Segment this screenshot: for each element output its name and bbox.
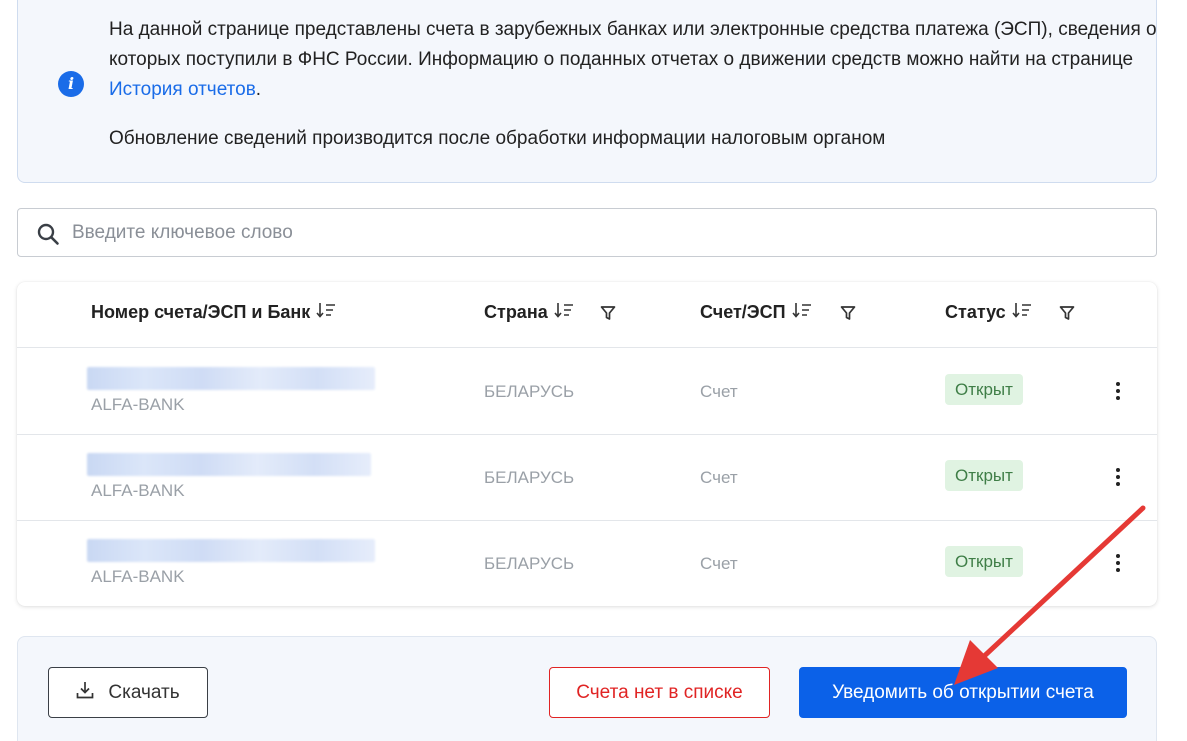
footer-actions: Скачать Счета нет в списке Уведомить об …: [17, 636, 1157, 741]
search-icon: [36, 222, 60, 251]
status-badge: Открыт: [945, 546, 1023, 577]
account-not-in-list-button[interactable]: Счета нет в списке: [549, 667, 770, 718]
type-cell: Счет: [700, 468, 738, 487]
filter-icon[interactable]: [840, 305, 856, 326]
type-cell: Счет: [700, 382, 738, 401]
more-actions-icon[interactable]: [1107, 378, 1129, 404]
bank-name: ALFA-BANK: [91, 395, 185, 414]
search-input[interactable]: [72, 209, 1142, 256]
info-line1: На данной странице представлены счета в …: [109, 19, 1157, 70]
table-header: Номер счета/ЭСП и Банк Страна Счет/ЭСП С…: [17, 282, 1157, 348]
sort-icon[interactable]: [791, 302, 812, 323]
info-icon: i: [58, 71, 84, 97]
info-banner: i На данной странице представлены счета …: [17, 0, 1157, 183]
sort-icon[interactable]: [1012, 302, 1032, 323]
info-line2: Обновление сведений производится после о…: [109, 128, 886, 149]
more-actions-icon[interactable]: [1107, 464, 1129, 490]
bank-name: ALFA-BANK: [91, 567, 185, 586]
header-country[interactable]: Страна: [484, 302, 574, 323]
status-badge: Открыт: [945, 374, 1023, 405]
history-link[interactable]: История отчетов: [109, 79, 256, 100]
accounts-table: Номер счета/ЭСП и Банк Страна Счет/ЭСП С…: [17, 282, 1157, 606]
notify-account-opening-button[interactable]: Уведомить об открытии счета: [799, 667, 1127, 718]
header-type[interactable]: Счет/ЭСП: [700, 302, 812, 323]
download-button[interactable]: Скачать: [48, 667, 208, 718]
table-row[interactable]: ALFA-BANK БЕЛАРУСЬ Счет Открыт: [17, 349, 1157, 435]
table-row[interactable]: ALFA-BANK БЕЛАРУСЬ Счет Открыт: [17, 435, 1157, 521]
download-icon: [76, 681, 94, 705]
more-actions-icon[interactable]: [1107, 550, 1129, 576]
sort-icon[interactable]: [554, 302, 574, 323]
info-line1-end: .: [255, 79, 262, 100]
header-status[interactable]: Статус: [945, 302, 1032, 323]
redacted-account-number: [87, 539, 375, 562]
filter-icon[interactable]: [600, 305, 616, 326]
country-cell: БЕЛАРУСЬ: [484, 468, 575, 487]
country-cell: БЕЛАРУСЬ: [484, 382, 575, 401]
table-row[interactable]: ALFA-BANK БЕЛАРУСЬ Счет Открыт: [17, 521, 1157, 607]
type-cell: Счет: [700, 554, 738, 573]
redacted-account-number: [87, 367, 375, 390]
filter-icon[interactable]: [1059, 305, 1075, 326]
download-label: Скачать: [108, 681, 180, 703]
country-cell: БЕЛАРУСЬ: [484, 554, 575, 573]
bank-name: ALFA-BANK: [91, 481, 185, 500]
header-account[interactable]: Номер счета/ЭСП и Банк: [91, 302, 336, 323]
sort-icon[interactable]: [316, 302, 336, 323]
status-badge: Открыт: [945, 460, 1023, 491]
redacted-account-number: [87, 453, 371, 476]
info-text: На данной странице представлены счета в …: [109, 15, 1159, 154]
search-box: [17, 208, 1157, 257]
